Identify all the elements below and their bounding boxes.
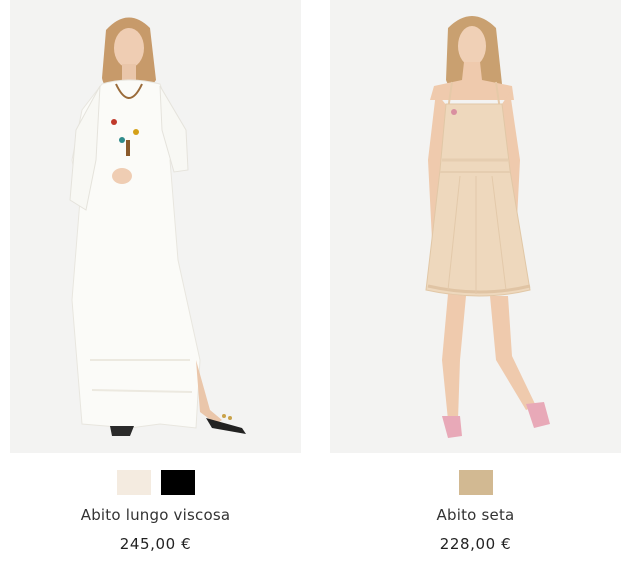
product-price: 245,00 € [119,535,192,553]
beige-swatch[interactable] [458,470,493,495]
model-white-long-dress-photo [69,17,246,436]
product-card-abito-seta: Abito seta 228,00 € [330,0,621,565]
model-beige-slip-dress-photo [425,16,550,438]
product-name[interactable]: Abito lungo viscosa [10,506,301,524]
product-image-beige-slip-dress[interactable] [330,0,621,453]
black-swatch[interactable] [160,470,195,495]
ivory-swatch[interactable] [116,470,151,495]
product-price: 228,00 € [439,535,512,553]
product-name[interactable]: Abito seta [330,506,621,524]
product-card-abito-lungo-viscosa: Abito lungo viscosa 245,00 € [10,0,301,565]
color-swatches [10,470,301,495]
product-image-white-long-dress[interactable] [10,0,301,453]
product-grid: Abito lungo viscosa 245,00 € Abito seta … [0,0,621,565]
color-swatches [330,470,621,495]
